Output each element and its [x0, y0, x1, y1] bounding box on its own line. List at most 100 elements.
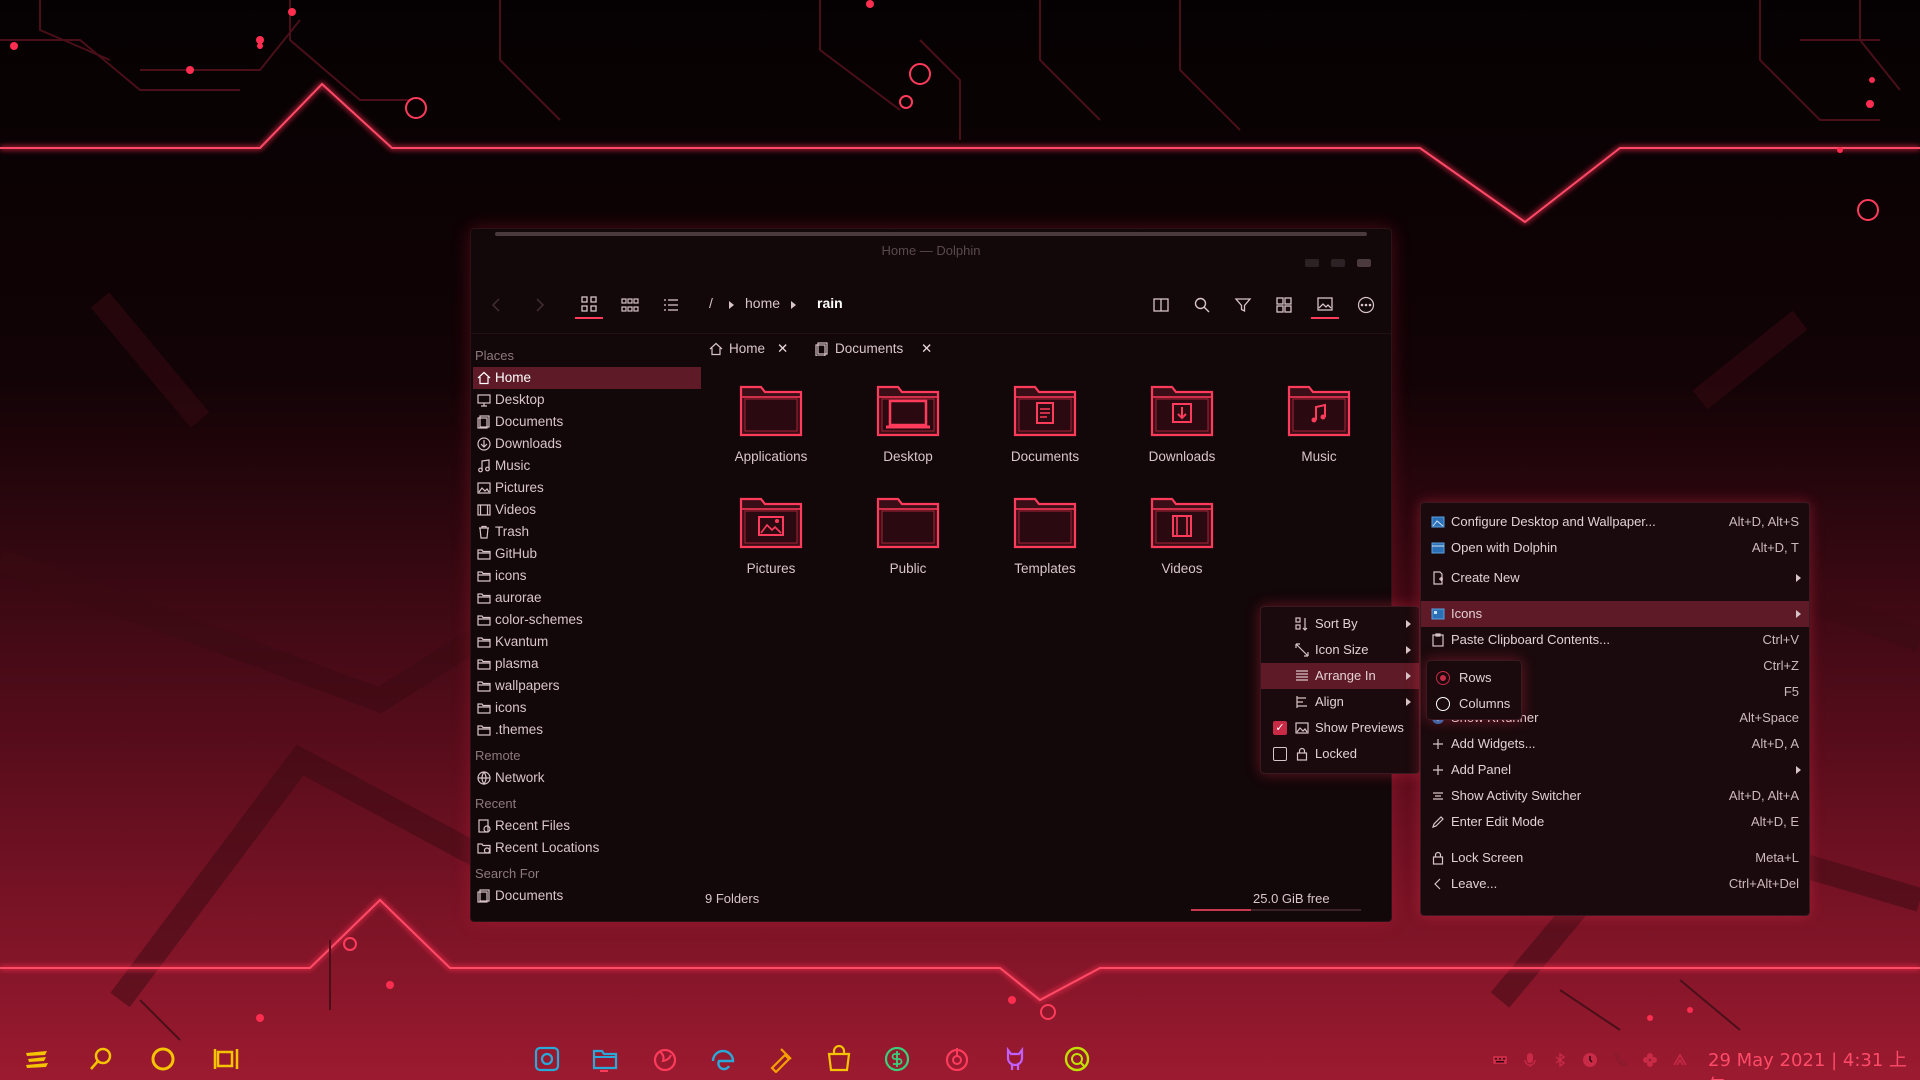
icons-submenu: Sort By Icon Size Arrange In Align ✓ Show Pre… — [1260, 606, 1420, 774]
compact-view-button[interactable] — [616, 291, 644, 319]
sidebar-item-documents[interactable]: Documents — [473, 885, 701, 907]
icons-menu-item-sort-by[interactable]: Sort By — [1261, 611, 1419, 637]
menu-button[interactable] — [1352, 291, 1380, 319]
folder-documents[interactable]: Documents — [985, 377, 1105, 464]
sidebar-item-color-schemes[interactable]: color-schemes — [473, 609, 701, 631]
taskbar-app-editor[interactable] — [766, 1044, 796, 1074]
back-button[interactable] — [483, 291, 511, 319]
panels-button[interactable] — [1270, 291, 1298, 319]
overview-button[interactable] — [148, 1044, 178, 1074]
breadcrumb-separator-icon — [791, 301, 796, 309]
taskbar-app-store[interactable] — [824, 1044, 854, 1074]
sidebar-item-music[interactable]: Music — [473, 455, 701, 477]
close-button[interactable] — [1357, 259, 1371, 267]
taskbar-app-terminal[interactable] — [1062, 1044, 1092, 1074]
toolbar-divider — [471, 333, 1391, 334]
expand-tray-icon[interactable] — [1672, 1052, 1688, 1068]
app-launcher-button[interactable] — [22, 1044, 52, 1074]
folder-videos[interactable]: Videos — [1122, 489, 1242, 576]
menu-item-enter-edit-mode[interactable]: Enter Edit Mode Alt+D, E — [1421, 809, 1809, 835]
icons-menu-item-show-previews[interactable]: ✓ Show Previews — [1261, 715, 1419, 741]
icons-view-button[interactable] — [575, 291, 603, 319]
sidebar-item-plasma[interactable]: plasma — [473, 653, 701, 675]
sidebar-item-icons[interactable]: icons — [473, 565, 701, 587]
tab-documents[interactable]: Documents ✕ — [811, 337, 932, 361]
sidebar-item-aurorae[interactable]: aurorae — [473, 587, 701, 609]
menu-item-icons[interactable]: Icons — [1421, 601, 1809, 627]
forward-button[interactable] — [525, 291, 553, 319]
sidebar-item-downloads[interactable]: Downloads — [473, 433, 701, 455]
icons-menu-item-icon-size[interactable]: Icon Size — [1261, 637, 1419, 663]
phone-icon[interactable] — [1612, 1052, 1628, 1068]
maximize-button[interactable] — [1331, 259, 1345, 267]
taskbar-app-screenshot[interactable] — [532, 1044, 562, 1074]
breadcrumb-root[interactable]: / — [709, 295, 713, 311]
menu-item-show-activity-switcher[interactable]: Show Activity Switcher Alt+D, Alt+A — [1421, 783, 1809, 809]
menu-item-configure-desktop-and-wallpaper[interactable]: Configure Desktop and Wallpaper... Alt+D,… — [1421, 509, 1809, 535]
sidebar-item-documents[interactable]: Documents — [473, 411, 701, 433]
arrange-option-rows[interactable]: Rows — [1427, 665, 1521, 691]
menu-item-lock-screen[interactable]: Lock Screen Meta+L — [1421, 845, 1809, 871]
folder-templates[interactable]: Templates — [985, 489, 1105, 576]
folder-applications[interactable]: Applications — [711, 377, 831, 464]
breadcrumb-rain[interactable]: rain — [817, 295, 843, 311]
sidebar-item-videos[interactable]: Videos — [473, 499, 701, 521]
filter-button[interactable] — [1229, 291, 1257, 319]
sidebar-item-trash[interactable]: Trash — [473, 521, 701, 543]
search-button[interactable] — [1188, 291, 1216, 319]
sidebar-item-home[interactable]: Home — [473, 367, 701, 389]
taskbar-app-github[interactable] — [1000, 1044, 1030, 1074]
tab-home[interactable]: Home ✕ — [705, 337, 788, 361]
minimize-button[interactable] — [1305, 259, 1319, 267]
tab-close-icon[interactable]: ✕ — [921, 337, 932, 361]
radio-unselected-icon[interactable] — [1436, 697, 1450, 711]
taskbar-app-money[interactable] — [882, 1044, 912, 1074]
menu-item-create-new[interactable]: Create New — [1421, 565, 1809, 591]
sidebar-item-themes[interactable]: .themes — [473, 719, 701, 741]
folder-icon — [592, 1049, 618, 1070]
sidebar-item-pictures[interactable]: Pictures — [473, 477, 701, 499]
checkbox-unchecked-icon[interactable] — [1273, 747, 1287, 761]
sidebar-item-icons[interactable]: icons — [473, 697, 701, 719]
checkbox-checked-icon[interactable]: ✓ — [1273, 721, 1287, 735]
menu-item-open-with-dolphin[interactable]: Open with Dolphin Alt+D, T — [1421, 535, 1809, 561]
bluetooth-icon[interactable] — [1552, 1052, 1568, 1068]
menu-item-add-widgets[interactable]: Add Widgets... Alt+D, A — [1421, 731, 1809, 757]
menu-item-add-panel[interactable]: Add Panel — [1421, 757, 1809, 783]
search-launcher-button[interactable] — [86, 1044, 116, 1074]
split-view-button[interactable] — [1147, 291, 1175, 319]
folder-downloads[interactable]: Downloads — [1122, 377, 1242, 464]
tab-close-icon[interactable]: ✕ — [777, 337, 788, 361]
digital-clock[interactable]: 29 May 2021 | 4:31 上午 — [1708, 1046, 1920, 1080]
sidebar-item-wallpapers[interactable]: wallpapers — [473, 675, 701, 697]
folder-music[interactable]: Music — [1259, 377, 1379, 464]
preview-button[interactable] — [1311, 291, 1339, 319]
taskbar-app-firefox[interactable] — [650, 1044, 680, 1074]
sidebar-item-github[interactable]: GitHub — [473, 543, 701, 565]
sidebar-item-recent-files[interactable]: Recent Files — [473, 815, 701, 837]
menu-item-paste-clipboard-contents[interactable]: Paste Clipboard Contents... Ctrl+V — [1421, 627, 1809, 653]
sidebar-item-desktop[interactable]: Desktop — [473, 389, 701, 411]
taskbar-app-edge[interactable] — [708, 1044, 738, 1074]
pager-button[interactable] — [212, 1044, 242, 1074]
sidebar-item-recent-locations[interactable]: Recent Locations — [473, 837, 701, 859]
sidebar-item-kvantum[interactable]: Kvantum — [473, 631, 701, 653]
folder-desktop[interactable]: Desktop — [848, 377, 968, 464]
folder-pictures[interactable]: Pictures — [711, 489, 831, 576]
keyboard-icon[interactable] — [1492, 1052, 1508, 1068]
clover-icon[interactable] — [1642, 1052, 1658, 1068]
icons-menu-item-align[interactable]: Align — [1261, 689, 1419, 715]
radio-selected-icon[interactable] — [1436, 671, 1450, 685]
menu-shortcut: Alt+D, T — [1751, 540, 1799, 555]
arrange-option-columns[interactable]: Columns — [1427, 691, 1521, 717]
taskbar-app-music[interactable] — [942, 1044, 972, 1074]
breadcrumb-home[interactable]: home — [745, 295, 780, 311]
sidebar-item-network[interactable]: Network — [473, 767, 701, 789]
microphone-icon[interactable] — [1522, 1052, 1538, 1068]
icons-menu-item-locked[interactable]: Locked — [1261, 741, 1419, 767]
icons-menu-item-arrange-in[interactable]: Arrange In — [1261, 663, 1419, 689]
details-view-button[interactable] — [657, 291, 685, 319]
notifications-icon[interactable] — [1582, 1052, 1598, 1068]
menu-item-leave[interactable]: Leave... Ctrl+Alt+Del — [1421, 871, 1809, 897]
folder-public[interactable]: Public — [848, 489, 968, 576]
